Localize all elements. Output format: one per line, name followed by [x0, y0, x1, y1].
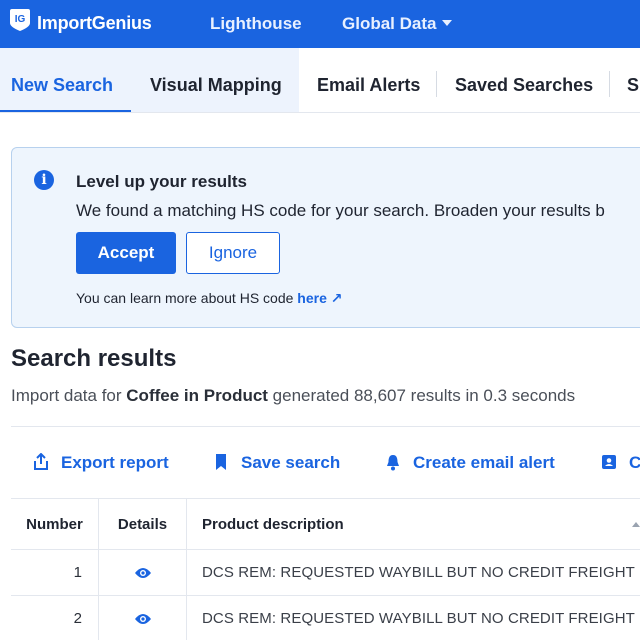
results-table: Number Details Product description 1 DCS… [11, 498, 640, 640]
alert-message: We found a matching HS code for your sea… [76, 201, 605, 220]
export-report-label: Export report [61, 453, 169, 472]
contact-card-icon [602, 455, 616, 469]
tab-visual-mapping[interactable]: Visual Mapping [131, 48, 299, 112]
nav-global-data-label: Global Data [342, 14, 437, 33]
column-header-number[interactable]: Number [11, 499, 99, 549]
nav-global-data[interactable]: Global Data [342, 14, 453, 34]
ignore-button[interactable]: Ignore [186, 232, 280, 274]
row-details [99, 596, 187, 640]
alert-footer: You can learn more about HS code here ↗ [76, 290, 343, 307]
chevron-down-icon [442, 20, 453, 26]
tab-divider [436, 71, 437, 97]
column-header-product-description-label: Product description [202, 516, 344, 533]
tab-divider [609, 71, 610, 97]
table-row[interactable]: 1 DCS REM: REQUESTED WAYBILL BUT NO CRED… [11, 550, 640, 596]
top-navbar: IG ImportGenius Lighthouse Global Data [0, 0, 640, 48]
hs-code-link[interactable]: here ↗ [297, 290, 342, 306]
row-number: 2 [11, 596, 99, 640]
hs-code-alert: i Level up your results We found a match… [11, 147, 640, 328]
brand-name[interactable]: ImportGenius [37, 13, 152, 34]
row-product-description: DCS REM: REQUESTED WAYBILL BUT NO CREDIT… [202, 564, 640, 581]
tab-overflow[interactable]: S [627, 48, 639, 112]
alert-footer-text: You can learn more about HS code [76, 290, 298, 306]
divider [11, 426, 640, 427]
results-summary-suffix: generated 88,607 results in 0.3 seconds [267, 386, 576, 405]
results-title: Search results [11, 345, 177, 372]
column-header-details[interactable]: Details [99, 499, 187, 549]
row-details [99, 550, 187, 595]
nav-lighthouse[interactable]: Lighthouse [210, 14, 302, 34]
svg-text:IG: IG [15, 14, 26, 25]
results-summary-prefix: Import data for [11, 386, 127, 405]
table-header: Number Details Product description [11, 499, 640, 550]
row-product-description: DCS REM: REQUESTED WAYBILL BUT NO CREDIT… [202, 610, 640, 627]
alert-title: Level up your results [76, 172, 247, 191]
row-number: 1 [11, 550, 99, 595]
bookmark-icon [216, 454, 226, 470]
export-icon [34, 453, 48, 470]
info-icon: i [34, 170, 54, 190]
save-search-label: Save search [241, 453, 341, 472]
table-row[interactable]: 2 DCS REM: REQUESTED WAYBILL BUT NO CRED… [11, 596, 640, 640]
results-summary: Import data for Coffee in Product genera… [11, 386, 575, 406]
results-query: Coffee in Product [126, 386, 268, 405]
tab-email-alerts[interactable]: Email Alerts [317, 48, 420, 112]
eye-icon[interactable] [134, 566, 152, 580]
sort-icon[interactable] [632, 522, 640, 527]
create-email-alert-label: Create email alert [413, 453, 555, 472]
bell-icon [387, 455, 399, 471]
search-tabs: New Search Visual Mapping Email Alerts S… [0, 48, 640, 113]
tab-saved-searches[interactable]: Saved Searches [455, 48, 593, 112]
accept-button[interactable]: Accept [76, 232, 176, 274]
logo-icon[interactable]: IG [9, 8, 31, 32]
column-header-product-description[interactable]: Product description [187, 499, 640, 549]
eye-icon[interactable] [134, 612, 152, 626]
contact-action-label: C [629, 453, 640, 472]
tab-new-search[interactable]: New Search [0, 48, 131, 112]
